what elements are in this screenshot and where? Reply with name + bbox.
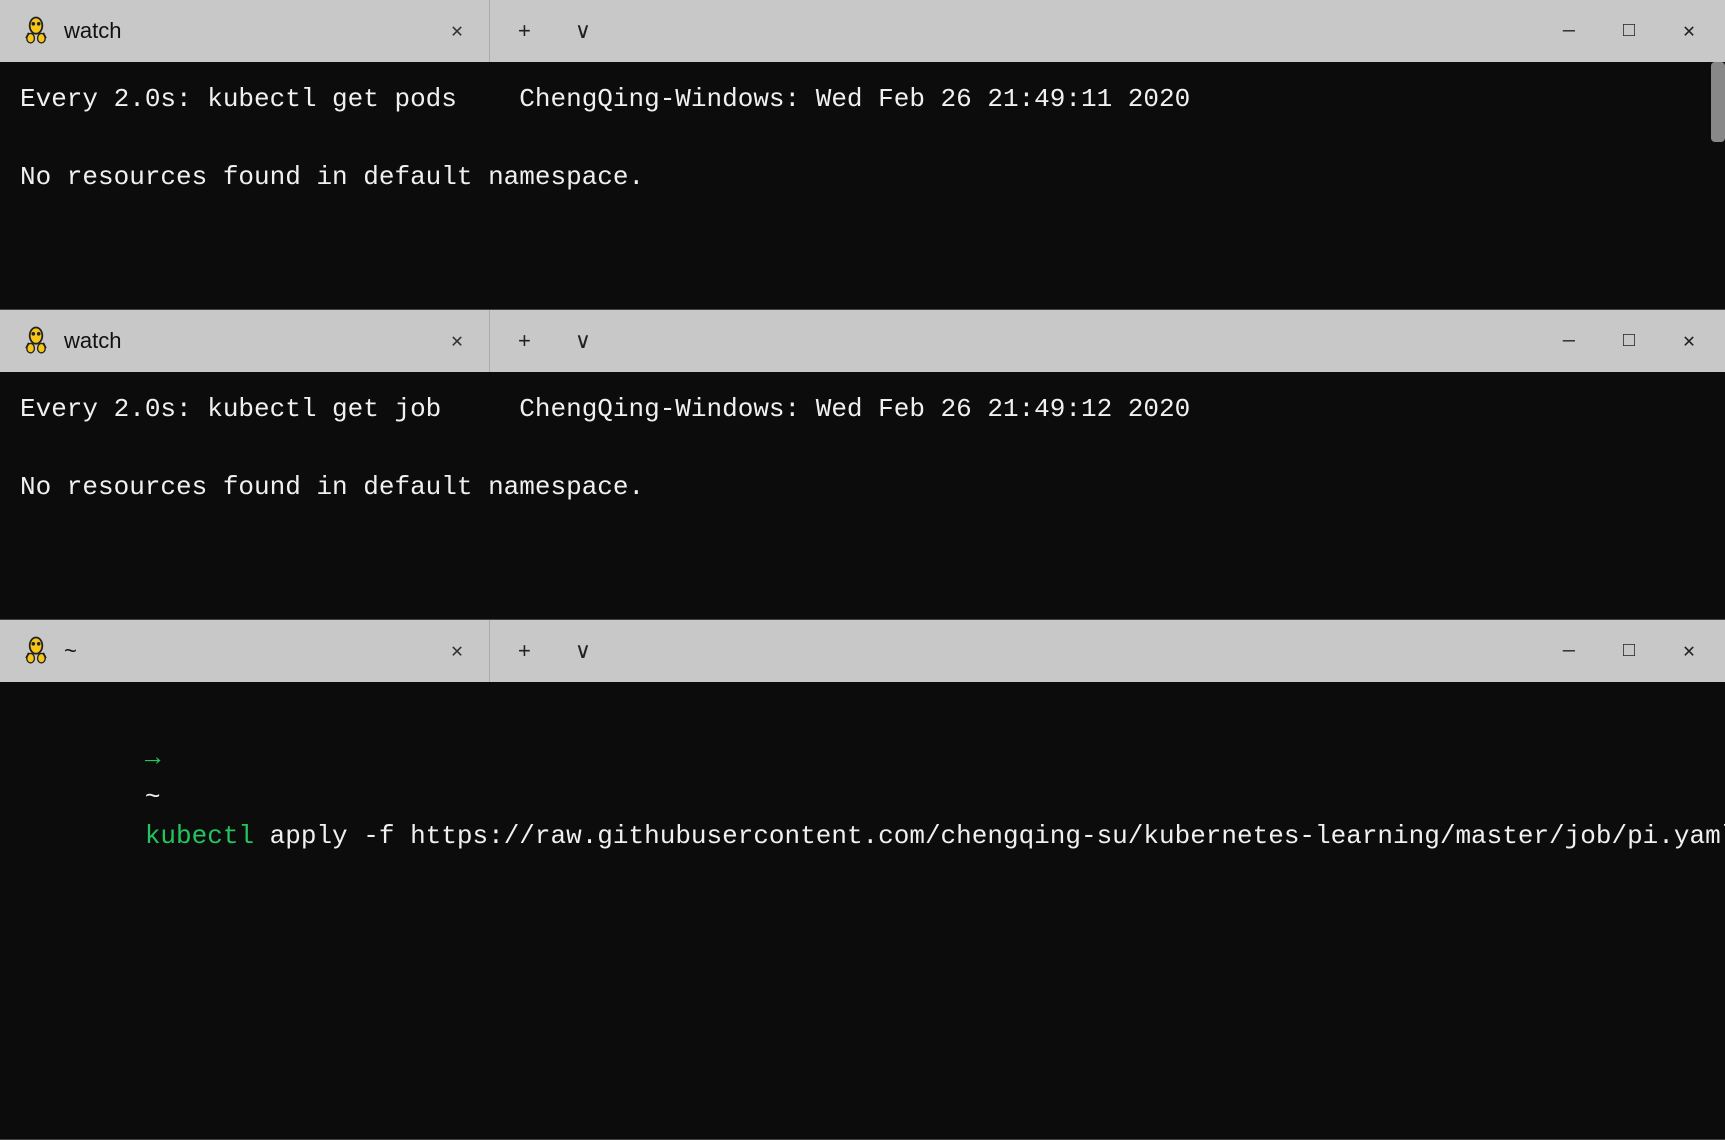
linux-icon-2 [18, 323, 54, 359]
tab-close-2[interactable]: ✕ [443, 324, 471, 358]
maximize-button-1[interactable]: □ [1613, 16, 1645, 47]
tab-close-1[interactable]: ✕ [443, 14, 471, 48]
minimize-button-3[interactable]: — [1553, 636, 1585, 667]
terminal-app: watch ✕ + ∨ — □ ✕ Every 2.0s: kubectl ge… [0, 0, 1725, 1140]
terminal-output-1: Every 2.0s: kubectl get pods ChengQing-W… [0, 62, 1725, 309]
output-line-2: No resources found in default namespace. [20, 468, 1705, 507]
status-line-1: Every 2.0s: kubectl get pods ChengQing-W… [20, 80, 1705, 119]
tab-title-1: watch [64, 18, 121, 44]
terminal-output-2: Every 2.0s: kubectl get job ChengQing-Wi… [0, 372, 1725, 619]
titlebar-right-3: + ∨ — □ ✕ [490, 620, 1725, 682]
prompt-cmd: kubectl [145, 821, 254, 851]
tab-title-3: ~ [64, 638, 77, 664]
prompt-line-3: → ~ kubectl apply -f https://raw.githubu… [20, 700, 1705, 895]
dropdown-button-2[interactable]: ∨ [567, 324, 599, 358]
terminal-output-3[interactable]: → ~ kubectl apply -f https://raw.githubu… [0, 682, 1725, 1139]
titlebar-left-2: watch ✕ [0, 310, 490, 372]
titlebar-left-3: ~ ✕ [0, 620, 490, 682]
linux-icon-1 [18, 13, 54, 49]
terminal-pane-1: watch ✕ + ∨ — □ ✕ Every 2.0s: kubectl ge… [0, 0, 1725, 310]
titlebar-right-2: + ∨ — □ ✕ [490, 310, 1725, 372]
close-button-3[interactable]: ✕ [1673, 634, 1705, 668]
tab-title-2: watch [64, 328, 121, 354]
prompt-rest: apply -f https://raw.githubusercontent.c… [254, 821, 1725, 851]
minimize-button-2[interactable]: — [1553, 326, 1585, 357]
terminal-pane-3: ~ ✕ + ∨ — □ ✕ → ~ kubectl apply -f https… [0, 620, 1725, 1140]
maximize-button-3[interactable]: □ [1613, 636, 1645, 667]
maximize-button-2[interactable]: □ [1613, 326, 1645, 357]
titlebar-2: watch ✕ + ∨ — □ ✕ [0, 310, 1725, 372]
scrollbar-1[interactable] [1711, 62, 1725, 142]
minimize-button-1[interactable]: — [1553, 16, 1585, 47]
titlebar-left-1: watch ✕ [0, 0, 490, 62]
dropdown-button-3[interactable]: ∨ [567, 634, 599, 668]
add-tab-button-1[interactable]: + [510, 14, 539, 48]
linux-icon-3 [18, 633, 54, 669]
dropdown-button-1[interactable]: ∨ [567, 14, 599, 48]
blank-line-2 [20, 429, 1705, 468]
output-line-1: No resources found in default namespace. [20, 158, 1705, 197]
add-tab-button-2[interactable]: + [510, 324, 539, 358]
titlebar-3: ~ ✕ + ∨ — □ ✕ [0, 620, 1725, 682]
close-button-2[interactable]: ✕ [1673, 324, 1705, 358]
tab-close-3[interactable]: ✕ [443, 634, 471, 668]
prompt-tilde: ~ [145, 782, 161, 812]
prompt-arrow-icon: → [145, 743, 161, 773]
terminal-pane-2: watch ✕ + ∨ — □ ✕ Every 2.0s: kubectl ge… [0, 310, 1725, 620]
titlebar-right-1: + ∨ — □ ✕ [490, 0, 1725, 62]
close-button-1[interactable]: ✕ [1673, 14, 1705, 48]
blank-line-1 [20, 119, 1705, 158]
status-line-2: Every 2.0s: kubectl get job ChengQing-Wi… [20, 390, 1705, 429]
titlebar-1: watch ✕ + ∨ — □ ✕ [0, 0, 1725, 62]
add-tab-button-3[interactable]: + [510, 634, 539, 668]
